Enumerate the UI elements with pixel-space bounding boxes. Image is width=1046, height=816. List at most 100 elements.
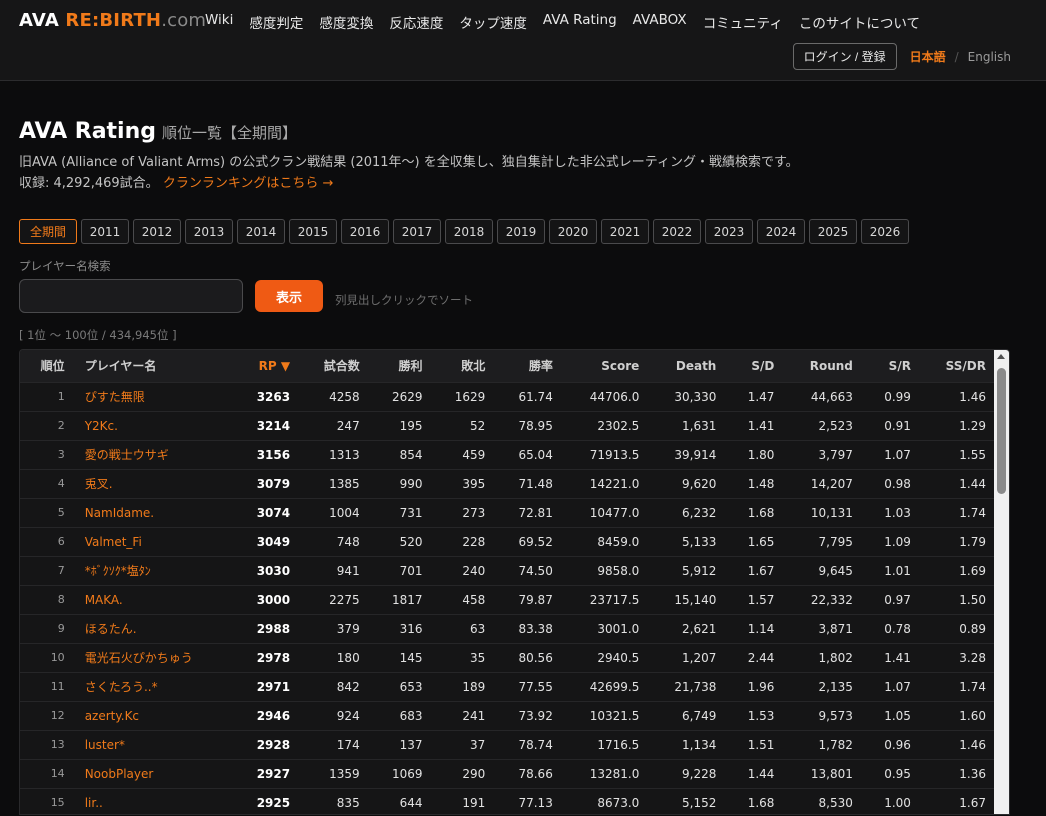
column-header-death[interactable]: Death [649,350,726,382]
nav-link-sensitivity-check[interactable]: 感度判定 [249,12,303,32]
year-button[interactable]: 2026 [861,219,909,244]
cell-player-name[interactable]: ぴすた無限 [75,382,234,411]
cell-rank: 5 [57,506,65,519]
column-header-ss-dr[interactable]: SS/DR [921,350,996,382]
player-search-input[interactable] [19,279,243,313]
cell-player-name[interactable]: MAKA. [75,585,234,614]
cell-matches: 924 [336,708,360,723]
cell-score: 71913.5 [589,447,640,462]
cell-s-r: 1.41 [884,650,911,665]
scroll-thumb[interactable] [997,368,1006,494]
column-header-s-r[interactable]: S/R [863,350,921,382]
year-button[interactable]: 2023 [705,219,753,244]
cell-player-name[interactable]: *ﾎﾞｸｿｸ*塩ﾀﾝ [75,556,234,585]
nav-link-ava-rating[interactable]: AVA Rating [543,12,617,32]
year-button[interactable]: 2011 [81,219,129,244]
nav-link-community[interactable]: コミュニティ [703,12,783,32]
cell-ss-dr: 1.50 [959,592,986,607]
column-header-rank[interactable]: 順位 [20,350,75,382]
nav-link-about[interactable]: このサイトについて [799,12,920,32]
cell-player-name[interactable]: NoobPlayer [75,759,234,788]
column-header-round[interactable]: Round [784,350,862,382]
year-button[interactable]: 2015 [289,219,337,244]
year-button[interactable]: 2017 [393,219,441,244]
nav-link-reaction-speed[interactable]: 反応速度 [389,12,443,32]
cell-ss-dr: 1.69 [959,563,986,578]
column-header-losses[interactable]: 敗北 [433,350,496,382]
cell-wins: 990 [399,476,423,491]
column-header-wins[interactable]: 勝利 [370,350,433,382]
cell-player-name[interactable]: ほるたん. [75,614,234,643]
cell-s-r: 0.98 [884,476,911,491]
cell-win-rate: 79.87 [518,592,553,607]
cell-matches: 941 [336,563,360,578]
cell-rp: 3074 [256,505,291,520]
cell-s-r: 0.78 [884,621,911,636]
cell-s-d: 1.96 [747,679,775,694]
cell-wins: 2629 [391,389,423,404]
cell-score: 2940.5 [597,650,640,665]
login-register-button[interactable]: ログイン / 登録 [792,43,897,70]
sort-hint: 列見出しクリックでソート [335,293,473,307]
scroll-up-arrow-icon[interactable] [997,354,1005,359]
year-button[interactable]: 2012 [133,219,181,244]
year-button[interactable]: 2025 [809,219,857,244]
year-button[interactable]: 2016 [341,219,389,244]
cell-death: 1,207 [682,650,717,665]
cell-player-name[interactable]: さくたろう..* [75,672,234,701]
cell-player-name[interactable]: lir.. [75,788,234,814]
column-header-win-rate[interactable]: 勝率 [495,350,563,382]
cell-player-name[interactable]: Valmet_Fi [75,527,234,556]
show-button[interactable]: 表示 [255,280,323,312]
cell-rp: 2928 [256,737,291,752]
page-title: AVA Rating [19,119,157,144]
nav-link-sensitivity-convert[interactable]: 感度変換 [319,12,373,32]
nav-link-tap-speed[interactable]: タップ速度 [459,12,527,32]
year-button[interactable]: 2018 [445,219,493,244]
year-button[interactable]: 2014 [237,219,285,244]
cell-s-d: 1.68 [747,795,775,810]
cell-matches: 1313 [329,447,360,462]
cell-rank: 11 [50,680,65,693]
nav-link-wiki[interactable]: Wiki [205,12,233,32]
cell-ss-dr: 1.29 [959,418,986,433]
clan-ranking-link[interactable]: クランランキングはこちら → [163,176,334,191]
cell-wins: 1069 [391,766,423,781]
cell-player-name[interactable]: Y2Kc. [75,411,234,440]
column-header-s-d[interactable]: S/D [726,350,784,382]
cell-player-name[interactable]: 愛の戦士ウサギ [75,440,234,469]
year-button-all[interactable]: 全期間 [19,219,77,244]
cell-losses: 459 [462,447,486,462]
cell-win-rate: 80.56 [518,650,553,665]
cell-round: 10,131 [810,505,853,520]
year-button[interactable]: 2019 [497,219,545,244]
cell-s-d: 1.53 [747,708,775,723]
cell-player-name[interactable]: azerty.Kc [75,701,234,730]
cell-player-name[interactable]: luster* [75,730,234,759]
column-header-player-name[interactable]: プレイヤー名 [75,350,234,382]
table-scrollbar[interactable] [994,350,1009,814]
cell-round: 1,782 [818,737,853,752]
lang-english-link[interactable]: English [968,50,1011,64]
column-header-matches[interactable]: 試合数 [300,350,370,382]
cell-player-name[interactable]: NamIdame. [75,498,234,527]
cell-s-r: 0.95 [884,766,911,781]
cell-s-r: 1.07 [884,447,911,462]
cell-player-name[interactable]: 電光石火ぴかちゅう [75,643,234,672]
lang-japanese-link[interactable]: 日本語 [910,48,946,65]
logo-text-ava: AVA [19,10,66,31]
year-button[interactable]: 2022 [653,219,701,244]
year-button[interactable]: 2021 [601,219,649,244]
year-button[interactable]: 2020 [549,219,597,244]
cell-ss-dr: 1.67 [959,795,986,810]
cell-win-rate: 78.95 [518,418,553,433]
column-header-rp[interactable]: RP ▼ [234,350,300,382]
nav-link-avabox[interactable]: AVABOX [633,12,687,32]
cell-player-name[interactable]: 兎叉. [75,469,234,498]
year-button[interactable]: 2013 [185,219,233,244]
site-logo[interactable]: AVA RE:BIRTH.com [19,10,206,31]
cell-wins: 1817 [391,592,423,607]
column-header-score[interactable]: Score [563,350,650,382]
year-button[interactable]: 2024 [757,219,805,244]
cell-death: 1,631 [682,418,717,433]
